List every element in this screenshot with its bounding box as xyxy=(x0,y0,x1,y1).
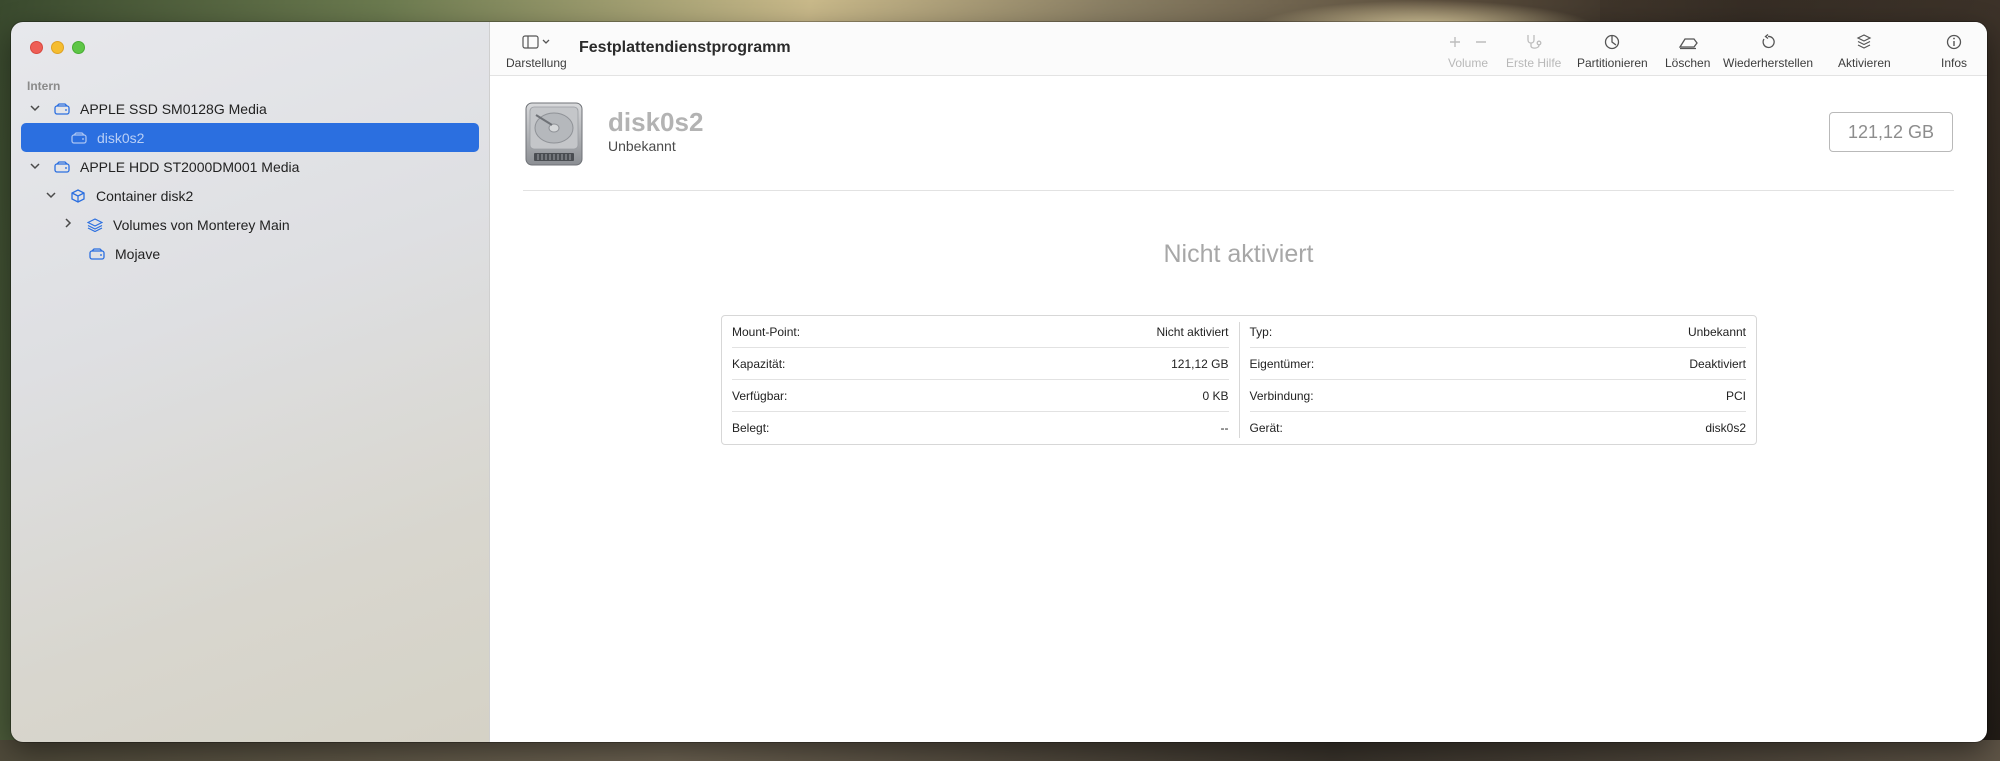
info-value: PCI xyxy=(1725,388,1746,403)
info-key: Gerät: xyxy=(1249,421,1283,435)
info-key: Verfügbar: xyxy=(732,388,788,403)
mount-button[interactable]: Aktivieren xyxy=(1838,32,1891,70)
pie-chart-icon xyxy=(1604,32,1620,52)
disclosure-open-icon[interactable] xyxy=(28,103,42,115)
volume-group-icon xyxy=(87,217,103,232)
info-column-right: Typ: Unbekannt Eigentümer: Deaktiviert Ver… xyxy=(1240,316,1757,444)
disk-type-subtitle: Unbekannt xyxy=(608,138,676,154)
sidebar-item-apple-hdd[interactable]: APPLE HDD ST2000DM001 Media xyxy=(11,152,489,181)
first-aid-button[interactable]: Erste Hilfe xyxy=(1506,32,1561,70)
disclosure-closed-icon[interactable] xyxy=(61,218,75,231)
sidebar-item-label: Volumes von Monterey Main xyxy=(113,216,290,233)
volume-icon xyxy=(71,131,87,145)
main-pane: Darstellung Festplattendienstprogramm Vo… xyxy=(490,22,1987,742)
restore-arrow-icon xyxy=(1760,32,1776,52)
sidebar-toggle-icon xyxy=(522,32,550,52)
info-row: Typ: Unbekannt xyxy=(1249,316,1746,348)
disclosure-open-icon[interactable] xyxy=(44,190,58,202)
info-button[interactable]: Infos xyxy=(1941,32,1967,70)
info-row: Belegt: -- xyxy=(732,412,1229,444)
info-row: Eigentümer: Deaktiviert xyxy=(1249,348,1746,380)
disk-header: disk0s2 Unbekannt xyxy=(524,101,703,172)
info-value: disk0s2 xyxy=(1705,421,1746,435)
sidebar-item-apple-ssd[interactable]: APPLE SSD SM0128G Media xyxy=(11,94,489,123)
eraser-icon xyxy=(1678,32,1698,52)
mount-status-text: Nicht aktiviert xyxy=(1163,240,1314,268)
info-key: Belegt: xyxy=(732,421,770,435)
erase-button[interactable]: Löschen xyxy=(1665,32,1710,70)
stethoscope-icon xyxy=(1525,32,1543,52)
zoom-button[interactable] xyxy=(72,41,85,54)
partition-label: Partitionieren xyxy=(1577,56,1648,70)
window-title: Festplattendienstprogramm xyxy=(579,39,791,56)
partition-button[interactable]: Partitionieren xyxy=(1577,32,1648,70)
info-value: Deaktiviert xyxy=(1689,356,1746,371)
sidebar-item-disk0s2[interactable]: disk0s2 xyxy=(21,123,479,152)
disk-name: disk0s2 xyxy=(608,107,704,137)
add-remove-icon xyxy=(1448,32,1488,52)
sidebar-item-volumes-monterey[interactable]: Volumes von Monterey Main xyxy=(11,210,489,239)
restore-label: Wiederherstellen xyxy=(1723,56,1814,70)
disclosure-open-icon[interactable] xyxy=(28,161,42,173)
mount-icon xyxy=(1856,32,1872,52)
info-row: Mount-Point: Nicht aktiviert xyxy=(732,316,1229,348)
info-row: Verfügbar: 0 KB xyxy=(732,380,1229,412)
info-value: Nicht aktiviert xyxy=(1156,324,1229,339)
view-button[interactable]: Darstellung xyxy=(506,32,567,70)
close-button[interactable] xyxy=(30,41,43,54)
internal-drive-icon xyxy=(54,160,70,174)
volume-icon xyxy=(89,247,105,261)
disk-utility-window: Intern APPLE SSD SM0128G Media disk0s2 A… xyxy=(11,22,1987,742)
internal-drive-icon xyxy=(54,102,70,116)
info-value: 0 KB xyxy=(1202,388,1229,403)
wallpaper-bottom xyxy=(0,740,2000,761)
restore-button[interactable]: Wiederherstellen xyxy=(1723,32,1813,70)
info-key: Verbindung: xyxy=(1249,388,1314,403)
info-value: Unbekannt xyxy=(1687,324,1746,339)
erase-label: Löschen xyxy=(1665,56,1711,70)
sidebar-item-label: Container disk2 xyxy=(96,187,194,204)
info-column-left: Mount-Point: Nicht aktiviert Kapazität: 12… xyxy=(722,322,1240,438)
info-icon xyxy=(1946,32,1962,52)
info-key: Typ: xyxy=(1249,324,1273,339)
sidebar-section-intern: Intern xyxy=(27,79,61,93)
sidebar-item-label: APPLE HDD ST2000DM001 Media xyxy=(80,158,300,175)
info-row: Kapazität: 121,12 GB xyxy=(732,348,1229,380)
hard-disk-icon xyxy=(524,101,584,172)
info-row: Gerät: disk0s2 xyxy=(1250,412,1747,444)
first-aid-label: Erste Hilfe xyxy=(1506,56,1562,70)
info-value: -- xyxy=(1220,421,1229,435)
divider xyxy=(523,190,1954,191)
mount-label: Aktivieren xyxy=(1838,56,1891,70)
sidebar-item-mojave[interactable]: Mojave xyxy=(11,239,489,268)
minimize-button[interactable] xyxy=(51,41,64,54)
info-table: Mount-Point: Nicht aktiviert Kapazität: 12… xyxy=(721,315,1757,445)
capacity-badge: 121,12 GB xyxy=(1829,112,1953,152)
volume-button[interactable]: Volume xyxy=(1448,32,1488,70)
window-controls xyxy=(30,41,85,54)
info-key: Mount-Point: xyxy=(732,324,801,339)
toolbar: Darstellung Festplattendienstprogramm Vo… xyxy=(490,22,1987,76)
info-value: 121,12 GB xyxy=(1171,356,1229,371)
info-row: Verbindung: PCI xyxy=(1249,380,1746,412)
info-label: Infos xyxy=(1941,56,1968,70)
sidebar-item-label: APPLE SSD SM0128G Media xyxy=(80,100,267,117)
volume-label: Volume xyxy=(1448,56,1489,70)
sidebar-item-container-disk2[interactable]: Container disk2 xyxy=(11,181,489,210)
view-label: Darstellung xyxy=(506,56,567,70)
container-icon xyxy=(70,188,86,203)
sidebar-item-label: Mojave xyxy=(115,245,161,262)
sidebar-item-label: disk0s2 xyxy=(97,129,145,146)
sidebar: Intern APPLE SSD SM0128G Media disk0s2 A… xyxy=(11,22,490,742)
device-tree: APPLE SSD SM0128G Media disk0s2 APPLE HD… xyxy=(11,94,489,268)
info-key: Kapazität: xyxy=(732,356,786,371)
info-key: Eigentümer: xyxy=(1249,356,1315,371)
